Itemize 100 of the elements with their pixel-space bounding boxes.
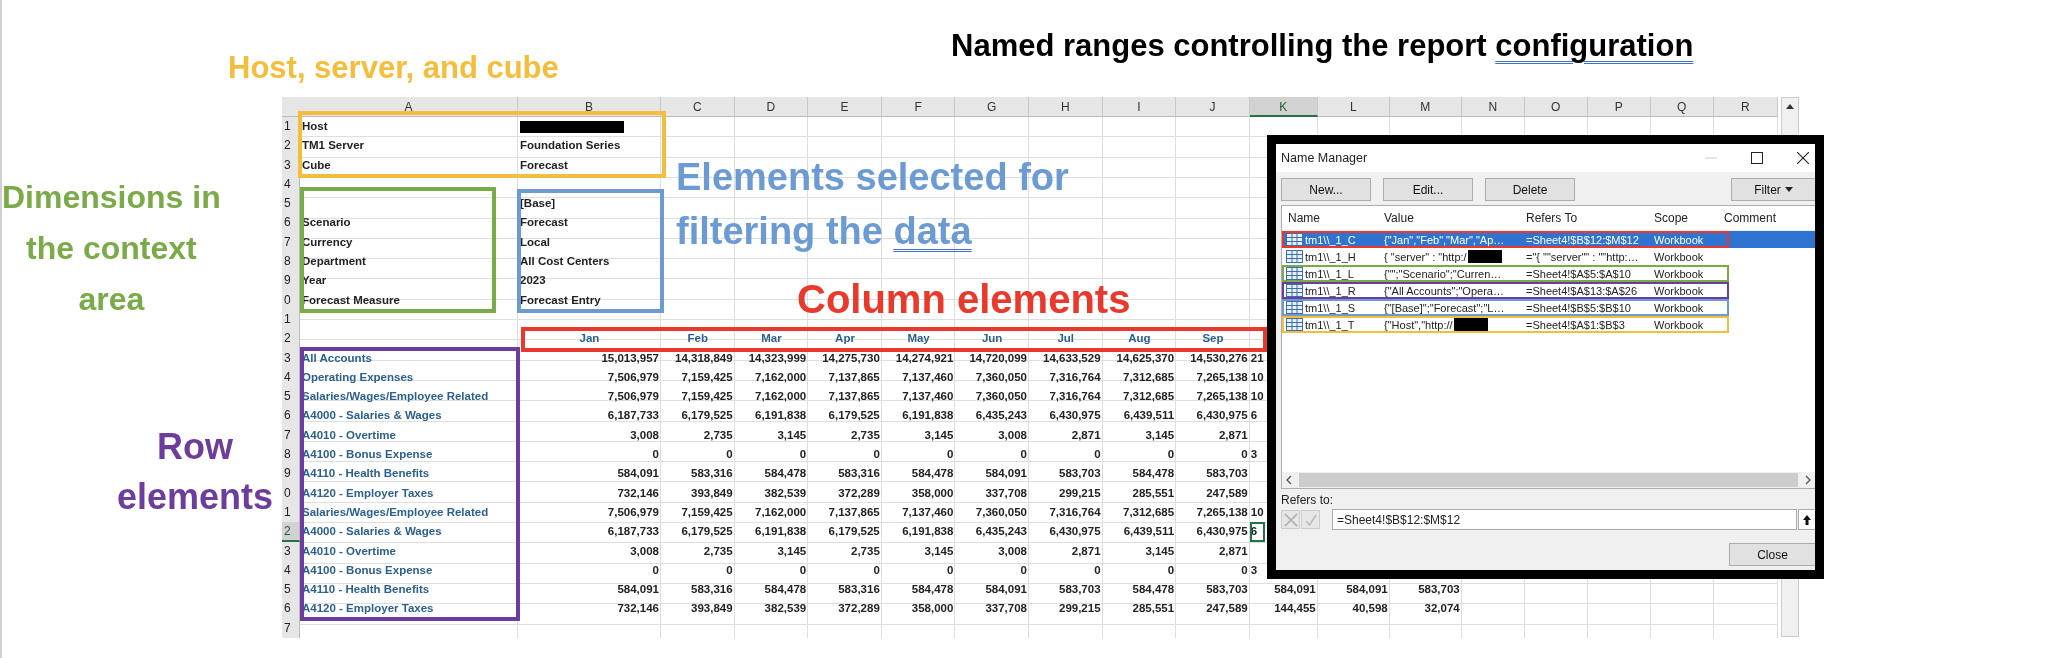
table-cell-text: 40,598 <box>1351 601 1389 617</box>
row-header[interactable]: 9 <box>282 464 300 484</box>
table-cell-text: 583,316 <box>837 582 881 598</box>
horizontal-scrollbar[interactable] <box>1282 472 1815 488</box>
table-cell-text: 584,478 <box>1131 466 1176 482</box>
row-header[interactable]: 6 <box>282 406 300 426</box>
column-header[interactable]: Q <box>1650 97 1714 117</box>
row-header[interactable]: 1 <box>282 309 300 330</box>
table-cell-text: 6,187,733 <box>606 524 660 540</box>
chevron-right-icon[interactable] <box>1804 475 1812 485</box>
table-cell-text: 6,179,525 <box>680 408 734 424</box>
table-cell-text: A4120 - Employer Taxes <box>301 601 435 617</box>
dialog-button[interactable]: Delete <box>1485 178 1575 201</box>
confirm-button[interactable] <box>1301 510 1320 529</box>
table-cell-text: 583,703 <box>1205 582 1249 598</box>
list-row[interactable]: tm1\\_1_R {"All Accounts";"Opera… =Sheet4!$A$13:$A$26 Workbook <box>1282 282 1815 299</box>
column-header[interactable]: H <box>1028 97 1103 117</box>
row-header[interactable]: 0 <box>282 483 300 503</box>
row-header[interactable]: 4 <box>282 560 300 581</box>
column-header[interactable]: O <box>1524 97 1588 117</box>
table-icon <box>1286 301 1303 314</box>
column-header[interactable]: M <box>1389 97 1462 117</box>
row-header[interactable]: 2 <box>282 522 300 542</box>
row-header[interactable]: 9 <box>282 271 300 291</box>
column-header[interactable]: I <box>1102 97 1177 117</box>
list-row[interactable]: tm1\\_1_H { "server" : "http:/ ="{ ""server"" : ""http:… Workbook <box>1282 248 1815 265</box>
table-cell-text: 6,439,511 <box>1122 408 1176 424</box>
column-header[interactable]: K <box>1249 97 1318 117</box>
table-cell-text: 14,530,276 <box>1189 350 1249 366</box>
row-header[interactable]: 5 <box>282 194 300 214</box>
column-header[interactable]: F <box>881 97 956 117</box>
dialog-button[interactable]: Edit... <box>1383 178 1473 201</box>
chevron-left-icon[interactable] <box>1285 475 1293 485</box>
filter-button[interactable]: Filter <box>1731 178 1815 201</box>
row-header[interactable]: 1 <box>282 502 300 523</box>
column-header[interactable]: D <box>734 97 809 117</box>
table-cell-text: Department <box>301 254 367 270</box>
cancel-button[interactable] <box>1281 510 1300 529</box>
column-header[interactable]: C <box>661 97 735 117</box>
table-cell-text: 0 <box>945 562 955 578</box>
list-row[interactable]: tm1\\_1_S {"[Base]";"Forecast";"L… =Sheet4!$B$5:$B$10 Workbook <box>1282 299 1815 316</box>
row-header[interactable]: 5 <box>282 580 300 600</box>
column-header[interactable]: G <box>955 97 1029 117</box>
row-header[interactable]: 5 <box>282 387 300 407</box>
table-cell-text: 6,430,975 <box>1048 524 1102 540</box>
row-header[interactable]: 7 <box>282 618 300 638</box>
column-header[interactable]: J <box>1176 97 1250 117</box>
row-header[interactable]: 7 <box>282 232 300 253</box>
column-header[interactable]: L <box>1317 97 1390 117</box>
table-cell-text: Jul <box>1056 331 1076 347</box>
dialog-button[interactable]: New... <box>1281 178 1371 201</box>
row-header[interactable]: 8 <box>282 445 300 465</box>
table-cell-text: 358,000 <box>910 485 955 501</box>
list-column-header[interactable]: Refers To <box>1520 211 1648 225</box>
row-header[interactable]: 3 <box>282 541 300 561</box>
row-header[interactable]: 4 <box>282 367 300 388</box>
table-cell-text: 14,318,849 <box>674 350 734 366</box>
list-column-header[interactable]: Value <box>1378 211 1520 225</box>
range-value: {"Jan","Feb","Mar","Ap… <box>1384 233 1505 246</box>
column-header[interactable]: R <box>1713 97 1778 117</box>
row-header[interactable]: 7 <box>282 425 300 446</box>
row-header[interactable]: 2 <box>282 329 300 349</box>
row-header[interactable]: 3 <box>282 348 300 368</box>
close-button[interactable]: Close <box>1729 543 1815 566</box>
row-header[interactable]: 8 <box>282 252 300 272</box>
row-header[interactable]: 0 <box>282 290 300 310</box>
table-cell-text: Feb <box>686 331 709 347</box>
table-cell-text: Jan <box>578 331 601 347</box>
list-column-header[interactable]: Name <box>1282 211 1378 225</box>
list-row[interactable]: tm1\\_1_L {"";"Scenario";"Curren… =Sheet4!$A$5:$A$10 Workbook <box>1282 265 1815 282</box>
table-cell-text: 0 <box>1166 447 1176 463</box>
list-row[interactable]: tm1\\_1_C {"Jan","Feb","Mar","Ap… =Sheet4!$B$12:$M$12 Workbook <box>1282 231 1815 248</box>
table-cell-text: 6,435,243 <box>974 524 1028 540</box>
table-cell-text: 7,316,764 <box>1048 369 1102 385</box>
table-cell-text: 6,435,243 <box>974 408 1028 424</box>
list-column-header[interactable]: Comment <box>1718 211 1776 225</box>
table-icon <box>1286 318 1303 331</box>
table-cell-text: 372,289 <box>837 485 881 501</box>
scrollbar-thumb[interactable] <box>1299 473 1798 487</box>
column-header[interactable]: P <box>1587 97 1651 117</box>
range-value: {"All Accounts";"Opera… <box>1384 284 1504 297</box>
table-cell-text: 0 <box>651 447 660 463</box>
table-cell-text: 0 <box>1019 447 1028 463</box>
list-row[interactable]: tm1\\_1_T {"Host","http:// =Sheet4!$A$1:$B$3 Workbook <box>1282 316 1815 333</box>
input-field[interactable]: =Sheet4!$B$12:$M$12 <box>1332 509 1797 530</box>
table-cell-text: 0 <box>1240 447 1249 463</box>
table-cell-text: 3,145 <box>1144 427 1176 443</box>
close-icon[interactable] <box>1797 152 1809 164</box>
collapse-button[interactable] <box>1798 509 1815 530</box>
table-cell-text: 299,215 <box>1058 601 1102 617</box>
row-header[interactable]: 6 <box>282 599 300 619</box>
maximize-icon[interactable] <box>1751 152 1763 164</box>
row-header[interactable]: 6 <box>282 213 300 233</box>
select-all-corner[interactable] <box>282 97 300 117</box>
table-cell-text: 14,625,370 <box>1115 350 1176 366</box>
column-header[interactable]: N <box>1461 97 1525 117</box>
column-header[interactable]: E <box>808 97 882 117</box>
table-cell-text: 15,013,957 <box>600 350 660 366</box>
table-cell-text: 584,478 <box>763 466 808 482</box>
list-column-header[interactable]: Scope <box>1648 211 1718 225</box>
